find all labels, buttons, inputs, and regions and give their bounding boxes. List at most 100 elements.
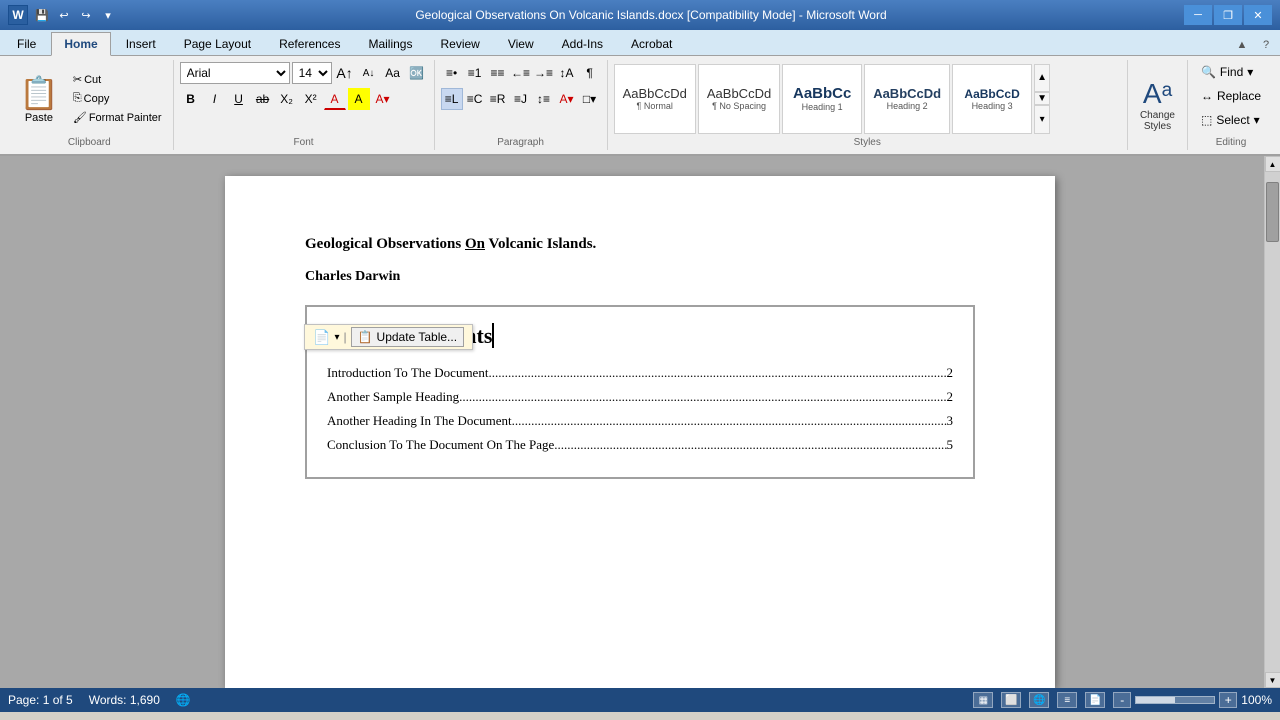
style-heading2[interactable]: AaBbCcDd Heading 2 bbox=[864, 64, 950, 134]
change-styles-button[interactable]: Aᵃ ChangeStyles bbox=[1140, 78, 1175, 132]
toc-dropdown-icon[interactable]: ▾ bbox=[334, 332, 339, 343]
toc-entry-1-page: 2 bbox=[947, 389, 954, 405]
titlebar-left: W 💾 ↩ ↪ ▾ bbox=[8, 5, 118, 25]
style-normal-preview: AaBbCcDd bbox=[623, 86, 687, 101]
full-screen-view-button[interactable]: ⬜ bbox=[1001, 692, 1021, 708]
vertical-scrollbar[interactable]: ▲ ▼ bbox=[1264, 156, 1280, 688]
shrink-font-button[interactable]: A↓ bbox=[358, 62, 380, 84]
style-normal[interactable]: AaBbCcDd ¶ Normal bbox=[614, 64, 696, 134]
change-case-button[interactable]: Aa bbox=[382, 62, 404, 84]
update-table-button[interactable]: 📋 Update Table... bbox=[351, 327, 464, 347]
justify-button[interactable]: ≡J bbox=[510, 88, 532, 110]
scroll-thumb[interactable] bbox=[1266, 182, 1279, 242]
multilevel-button[interactable]: ≡≡ bbox=[487, 62, 509, 84]
redo-quick-btn[interactable]: ↪ bbox=[76, 5, 96, 25]
paste-label: Paste bbox=[25, 112, 53, 124]
clear-format-button[interactable]: 🆗 bbox=[406, 62, 428, 84]
document-area[interactable]: Geological Observations On Volcanic Isla… bbox=[0, 156, 1280, 688]
underline-button[interactable]: U bbox=[228, 88, 250, 110]
tab-view[interactable]: View bbox=[495, 31, 547, 55]
find-button[interactable]: 🔍 Find ▾ bbox=[1194, 62, 1260, 82]
close-button[interactable]: ✕ bbox=[1244, 5, 1272, 25]
cut-label: Cut bbox=[84, 74, 101, 86]
align-right-button[interactable]: ≡R bbox=[487, 88, 509, 110]
replace-button[interactable]: ↔ Replace bbox=[1194, 86, 1268, 106]
borders-button[interactable]: □▾ bbox=[579, 88, 601, 110]
restore-button[interactable]: ❐ bbox=[1214, 5, 1242, 25]
increase-indent-button[interactable]: →≡ bbox=[533, 62, 555, 84]
scroll-track[interactable] bbox=[1265, 172, 1280, 672]
zoom-out-button[interactable]: - bbox=[1113, 692, 1131, 708]
bullets-button[interactable]: ≡• bbox=[441, 62, 463, 84]
web-layout-view-button[interactable]: 🌐 bbox=[1029, 692, 1049, 708]
language-info: 🌐 bbox=[176, 693, 191, 707]
find-label: Find bbox=[1220, 65, 1243, 79]
show-formatting-button[interactable]: ¶ bbox=[579, 62, 601, 84]
zoom-fill bbox=[1136, 697, 1175, 703]
toc-entry-2-page: 3 bbox=[947, 413, 954, 429]
tab-file[interactable]: File bbox=[4, 31, 49, 55]
find-icon: 🔍 bbox=[1201, 65, 1216, 79]
font-size-select[interactable]: 14 bbox=[292, 62, 332, 84]
select-button[interactable]: ⬚ Select ▾ bbox=[1194, 110, 1267, 130]
tab-acrobat[interactable]: Acrobat bbox=[618, 31, 685, 55]
tab-page-layout[interactable]: Page Layout bbox=[171, 31, 264, 55]
format-painter-icon: 🖌 bbox=[73, 111, 87, 124]
superscript-button[interactable]: X² bbox=[300, 88, 322, 110]
undo-quick-btn[interactable]: ↩ bbox=[54, 5, 74, 25]
cut-button[interactable]: ✂ Cut bbox=[68, 71, 167, 88]
tab-mailings[interactable]: Mailings bbox=[355, 31, 425, 55]
font-family-select[interactable]: Arial bbox=[180, 62, 290, 84]
tab-review[interactable]: Review bbox=[427, 31, 492, 55]
numbering-button[interactable]: ≡1 bbox=[464, 62, 486, 84]
tab-home[interactable]: Home bbox=[51, 32, 110, 56]
bold-button[interactable]: B bbox=[180, 88, 202, 110]
minimize-button[interactable]: ─ bbox=[1184, 5, 1212, 25]
tab-add-ins[interactable]: Add-Ins bbox=[549, 31, 616, 55]
update-table-toolbar: 📄 ▾ | 📋 Update Table... bbox=[304, 324, 473, 350]
subscript-button[interactable]: X₂ bbox=[276, 88, 298, 110]
update-table-label: Update Table... bbox=[377, 330, 458, 344]
zoom-slider[interactable] bbox=[1135, 696, 1215, 704]
style-nospacing-preview: AaBbCcDd bbox=[707, 86, 771, 101]
zoom-in-button[interactable]: + bbox=[1219, 692, 1237, 708]
print-layout-view-button[interactable]: ▦ bbox=[973, 692, 993, 708]
tab-references[interactable]: References bbox=[266, 31, 353, 55]
styles-more-button[interactable]: ▾ bbox=[1034, 105, 1050, 134]
italic-button[interactable]: I bbox=[204, 88, 226, 110]
shading-button[interactable]: A▾ bbox=[556, 88, 578, 110]
zoom-control: - + 100% bbox=[1113, 692, 1272, 708]
align-center-button[interactable]: ≡C bbox=[464, 88, 486, 110]
customize-quick-btn[interactable]: ▾ bbox=[98, 5, 118, 25]
help-icon[interactable]: ? bbox=[1256, 35, 1276, 55]
text-color-button[interactable]: A bbox=[324, 88, 346, 110]
style-no-spacing[interactable]: AaBbCcDd ¶ No Spacing bbox=[698, 64, 780, 134]
tab-insert[interactable]: Insert bbox=[113, 31, 169, 55]
outline-view-button[interactable]: ≡ bbox=[1057, 692, 1077, 708]
scroll-up-button[interactable]: ▲ bbox=[1265, 156, 1280, 172]
toc-entry-3-page: 5 bbox=[947, 437, 954, 453]
style-heading1[interactable]: AaBbCc Heading 1 bbox=[782, 64, 862, 134]
draft-view-button[interactable]: 📄 bbox=[1085, 692, 1105, 708]
document-title-on: On bbox=[465, 236, 485, 252]
ribbon-minimize-icon[interactable]: ▲ bbox=[1232, 35, 1252, 55]
font-color-button[interactable]: A▾ bbox=[372, 88, 394, 110]
paste-icon: 📋 bbox=[19, 74, 59, 112]
select-label: Select bbox=[1216, 113, 1249, 127]
paste-button[interactable]: 📋 Paste bbox=[12, 71, 66, 127]
format-painter-button[interactable]: 🖌 Format Painter bbox=[68, 109, 167, 126]
zoom-level-text: 100% bbox=[1241, 693, 1272, 707]
styles-scroll-down-button[interactable]: ▼ bbox=[1034, 92, 1050, 105]
sort-button[interactable]: ↕A bbox=[556, 62, 578, 84]
strikethrough-button[interactable]: ab bbox=[252, 88, 274, 110]
decrease-indent-button[interactable]: ←≡ bbox=[510, 62, 532, 84]
save-quick-btn[interactable]: 💾 bbox=[32, 5, 52, 25]
align-left-button[interactable]: ≡L bbox=[441, 88, 463, 110]
styles-scroll-up-button[interactable]: ▲ bbox=[1034, 64, 1050, 93]
style-heading3[interactable]: AaBbCcD Heading 3 bbox=[952, 64, 1032, 134]
scroll-down-button[interactable]: ▼ bbox=[1265, 672, 1280, 688]
copy-button[interactable]: ⎘ Copy bbox=[68, 90, 167, 107]
highlight-button[interactable]: A bbox=[348, 88, 370, 110]
grow-font-button[interactable]: A↑ bbox=[334, 62, 356, 84]
line-spacing-button[interactable]: ↕≡ bbox=[533, 88, 555, 110]
